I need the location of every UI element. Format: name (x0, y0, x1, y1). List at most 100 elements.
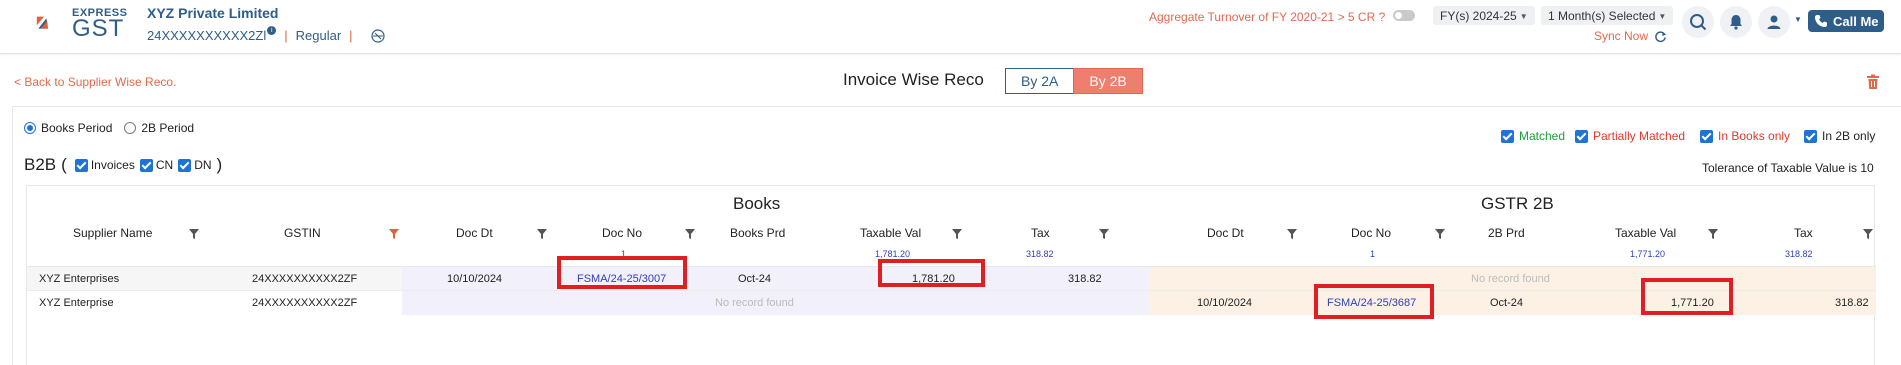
gstin-cell: 24XXXXXXXXXX2ZF (252, 297, 358, 309)
supplier-name-cell: XYZ Enterprise (39, 297, 114, 309)
legend-in-books-only[interactable]: In Books only (1700, 129, 1790, 143)
in-books-only-checkbox[interactable] (1700, 129, 1713, 143)
col-2b-taxable-val[interactable]: Taxable Val (1615, 226, 1676, 240)
filter-icon[interactable] (1099, 229, 1109, 239)
user-menu-button[interactable] (1758, 6, 1790, 38)
tolerance-text: Tolerance of Taxable Value is 10 (1702, 161, 1874, 175)
filter-icon[interactable] (189, 229, 199, 239)
group-header-gstr-2b: GSTR 2B (1481, 194, 1554, 213)
books-period-label[interactable]: Books Period (41, 121, 112, 135)
col-books-tax[interactable]: Tax (1031, 226, 1050, 240)
fy-select-value: FY(s) 2024-25 (1440, 9, 1517, 23)
gstn-logo-icon (370, 28, 385, 43)
highlight-box (557, 256, 687, 289)
tab-by-2a[interactable]: By 2A (1005, 68, 1075, 94)
dn-label[interactable]: DN (194, 158, 211, 172)
invoice-reco-table: Books GSTR 2B Supplier Name GSTIN Doc Dt… (26, 185, 1876, 365)
supplier-name-cell: XYZ Enterprises (39, 273, 120, 285)
matched-label: Matched (1519, 129, 1566, 143)
filter-icon[interactable] (685, 229, 695, 239)
col-books-doc-dt[interactable]: Doc Dt (456, 226, 493, 240)
filter-icon[interactable] (537, 229, 547, 239)
month-select[interactable]: 1 Month(s) Selected ▼ (1541, 6, 1674, 25)
col-gstin[interactable]: GSTIN (284, 226, 321, 240)
col-2b-doc-no[interactable]: Doc No (1351, 226, 1391, 240)
books-taxable-total: 1,781.20 (875, 249, 911, 259)
invoices-label[interactable]: Invoices (91, 158, 135, 172)
legend-partially-matched[interactable]: Partially Matched (1575, 129, 1685, 143)
2b-tax-total: 318.82 (1785, 249, 1813, 259)
filter-icon[interactable] (1863, 229, 1873, 239)
filter-icon[interactable] (1287, 229, 1297, 239)
logo-text-gst: GST (72, 15, 125, 42)
2b-tax-cell: 318.82 (1835, 297, 1869, 309)
books-tax-total: 318.82 (1026, 249, 1054, 259)
books-cell-bg (402, 267, 1150, 291)
separator: | (349, 28, 353, 43)
info-icon[interactable]: i (267, 26, 277, 35)
dn-checkbox[interactable] (178, 158, 192, 172)
in-2b-only-label: In 2B only (1822, 129, 1876, 143)
legend-matched[interactable]: Matched (1501, 129, 1565, 143)
filter-icon[interactable] (952, 229, 962, 239)
2b-period-label[interactable]: 2B Period (141, 121, 194, 135)
filter-icon[interactable] (1435, 229, 1445, 239)
filter-icon[interactable] (1708, 229, 1718, 239)
chevron-down-icon: ▼ (1658, 12, 1667, 21)
company-name: XYZ Private Limited (147, 5, 279, 21)
b2b-section-header: B2B ( Invoices CN DN ) (24, 155, 222, 175)
aggregate-turnover-toggle[interactable] (1393, 10, 1415, 21)
filter-active-icon[interactable] (389, 229, 399, 239)
chevron-down-icon[interactable]: ▼ (1794, 15, 1802, 24)
highlight-box (1641, 278, 1733, 315)
partially-matched-checkbox[interactable] (1575, 129, 1588, 143)
close-paren: ) (216, 155, 223, 174)
separator: | (284, 28, 288, 43)
2b-doc-dt-cell: 10/10/2024 (1197, 297, 1253, 309)
cn-checkbox[interactable] (139, 158, 153, 172)
trash-icon[interactable] (1866, 74, 1880, 90)
no-record-found: No record found (1471, 273, 1550, 285)
col-books-taxable-val[interactable]: Taxable Val (860, 226, 921, 240)
user-icon (1767, 15, 1781, 29)
notifications-button[interactable] (1720, 6, 1752, 38)
call-me-button[interactable]: Call Me (1808, 10, 1884, 32)
page-title: Invoice Wise Reco (843, 70, 984, 89)
invoices-checkbox[interactable] (74, 158, 88, 172)
open-paren: ( (61, 155, 67, 174)
back-to-supplier-wise-link[interactable]: < Back to Supplier Wise Reco. (14, 75, 176, 89)
section-title: B2B (24, 155, 57, 174)
refresh-icon (1655, 30, 1667, 42)
fy-select[interactable]: FY(s) 2024-25 ▼ (1433, 6, 1535, 25)
books-period-radio[interactable] (24, 122, 36, 134)
col-supplier-name[interactable]: Supplier Name (73, 226, 152, 240)
legend-in-2b-only[interactable]: In 2B only (1804, 129, 1875, 143)
matched-checkbox[interactable] (1501, 129, 1514, 143)
in-books-only-label: In Books only (1718, 129, 1791, 143)
2b-taxable-total: 1,771.20 (1630, 249, 1666, 259)
registration-type: Regular (295, 28, 342, 43)
tab-by-2b[interactable]: By 2B (1073, 68, 1143, 94)
col-books-doc-no[interactable]: Doc No (602, 226, 642, 240)
bell-icon (1730, 15, 1742, 30)
2b-period-radio[interactable] (124, 122, 137, 134)
col-2b-doc-dt[interactable]: Doc Dt (1207, 226, 1244, 240)
col-2b-prd[interactable]: 2B Prd (1488, 226, 1525, 240)
col-2b-tax[interactable]: Tax (1794, 226, 1813, 240)
highlight-box (1314, 284, 1434, 319)
books-doc-dt-cell: 10/10/2024 (447, 273, 503, 285)
period-selector: Books Period 2B Period (24, 121, 206, 135)
gstin-value: 24XXXXXXXXXX2Zl (147, 28, 267, 43)
table-row[interactable]: XYZ Enterprise 24XXXXXXXXXX2ZF No record… (27, 290, 1876, 315)
sync-now-button[interactable]: Sync Now (1594, 29, 1667, 43)
cn-label[interactable]: CN (156, 158, 173, 172)
express-gst-logo-icon[interactable] (36, 5, 72, 41)
reco-tabs: By 2A By 2B (1005, 68, 1143, 94)
in-2b-only-checkbox[interactable] (1804, 129, 1817, 143)
col-books-prd[interactable]: Books Prd (730, 226, 785, 240)
top-header: EXPRESS GST XYZ Private Limited 24XXXXXX… (0, 0, 1901, 54)
group-header-books: Books (733, 194, 781, 213)
highlight-box (878, 259, 985, 287)
search-button[interactable] (1682, 6, 1714, 38)
books-prd-cell: Oct-24 (738, 273, 772, 285)
